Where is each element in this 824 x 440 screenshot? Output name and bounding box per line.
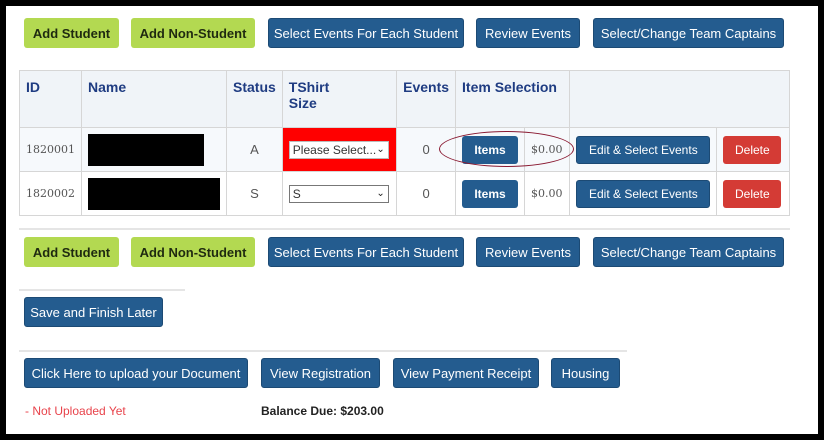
divider bbox=[19, 350, 627, 352]
redaction-box bbox=[88, 133, 204, 166]
tshirt-cell: S ⌄ bbox=[281, 171, 398, 216]
students-table: ID Name Status TShirt Size Events Item Se… bbox=[19, 70, 790, 216]
team-captains-button[interactable]: Select/Change Team Captains bbox=[593, 18, 784, 48]
table-row: 1820002 S S ⌄ 0 Items $0.00 Edit & Selec… bbox=[19, 171, 790, 216]
edit-cell: Edit & Select Events bbox=[569, 171, 718, 216]
view-registration-button[interactable]: View Registration bbox=[261, 358, 380, 388]
review-events-button[interactable]: Review Events bbox=[476, 18, 580, 48]
add-student-button-bottom[interactable]: Add Student bbox=[24, 237, 119, 267]
items-button[interactable]: Items bbox=[462, 179, 519, 208]
tshirt-header-line1: TShirt bbox=[288, 79, 330, 95]
student-id: 1820002 bbox=[19, 171, 82, 216]
table-row: 1820001 A Please Select... ⌄ 0 Items $0.… bbox=[19, 127, 790, 172]
col-header-actions bbox=[569, 70, 790, 128]
divider bbox=[19, 228, 790, 230]
delete-cell: Delete bbox=[716, 171, 790, 216]
student-id: 1820001 bbox=[19, 127, 82, 172]
item-amount: $0.00 bbox=[524, 171, 571, 216]
student-status: A bbox=[226, 127, 283, 172]
edit-select-events-button[interactable]: Edit & Select Events bbox=[576, 135, 711, 164]
delete-button[interactable]: Delete bbox=[723, 179, 782, 208]
tshirt-size-value: Please Select... bbox=[292, 142, 377, 157]
team-captains-button-bottom[interactable]: Select/Change Team Captains bbox=[593, 237, 784, 267]
student-name-redacted bbox=[81, 171, 227, 216]
balance-due-text: Balance Due: $203.00 bbox=[261, 404, 384, 418]
registration-panel: Add Student Add Non-Student Select Event… bbox=[6, 6, 818, 434]
select-events-button[interactable]: Select Events For Each Student bbox=[268, 18, 464, 48]
student-status: S bbox=[226, 171, 283, 216]
tshirt-size-select[interactable]: S ⌄ bbox=[288, 184, 389, 203]
redaction-box bbox=[88, 177, 220, 210]
col-header-tshirt: TShirt Size bbox=[281, 70, 398, 128]
col-header-id: ID bbox=[19, 70, 82, 128]
select-events-button-bottom[interactable]: Select Events For Each Student bbox=[268, 237, 464, 267]
add-non-student-button[interactable]: Add Non-Student bbox=[131, 18, 255, 48]
view-payment-receipt-button[interactable]: View Payment Receipt bbox=[393, 358, 539, 388]
tshirt-cell-error: Please Select... ⌄ bbox=[281, 127, 398, 172]
save-finish-later-button[interactable]: Save and Finish Later bbox=[24, 297, 163, 327]
review-events-button-bottom[interactable]: Review Events bbox=[476, 237, 580, 267]
student-name-redacted bbox=[81, 127, 227, 172]
table-header-row: ID Name Status TShirt Size Events Item Se… bbox=[19, 70, 790, 128]
items-cell: Items bbox=[455, 127, 526, 172]
col-header-status: Status bbox=[226, 70, 283, 128]
chevron-down-icon: ⌄ bbox=[376, 188, 385, 199]
edit-cell: Edit & Select Events bbox=[569, 127, 718, 172]
edit-select-events-button[interactable]: Edit & Select Events bbox=[576, 179, 711, 208]
event-count: 0 bbox=[396, 171, 457, 216]
delete-cell: Delete bbox=[716, 127, 790, 172]
item-amount: $0.00 bbox=[524, 127, 571, 172]
col-header-item-selection: Item Selection bbox=[455, 70, 571, 128]
document-status-text: - Not Uploaded Yet bbox=[25, 404, 126, 418]
event-count: 0 bbox=[396, 127, 457, 172]
tshirt-header-line2: Size bbox=[288, 95, 317, 111]
col-header-name: Name bbox=[81, 70, 227, 128]
divider bbox=[19, 289, 185, 291]
add-non-student-button-bottom[interactable]: Add Non-Student bbox=[131, 237, 255, 267]
chevron-down-icon: ⌄ bbox=[376, 144, 385, 155]
items-cell: Items bbox=[455, 171, 526, 216]
col-header-events: Events bbox=[396, 70, 457, 128]
upload-document-button[interactable]: Click Here to upload your Document bbox=[24, 358, 248, 388]
housing-button[interactable]: Housing bbox=[551, 358, 620, 388]
items-button[interactable]: Items bbox=[462, 135, 519, 164]
add-student-button[interactable]: Add Student bbox=[24, 18, 119, 48]
tshirt-size-select[interactable]: Please Select... ⌄ bbox=[288, 140, 389, 159]
delete-button[interactable]: Delete bbox=[723, 135, 782, 164]
tshirt-size-value: S bbox=[292, 186, 301, 201]
